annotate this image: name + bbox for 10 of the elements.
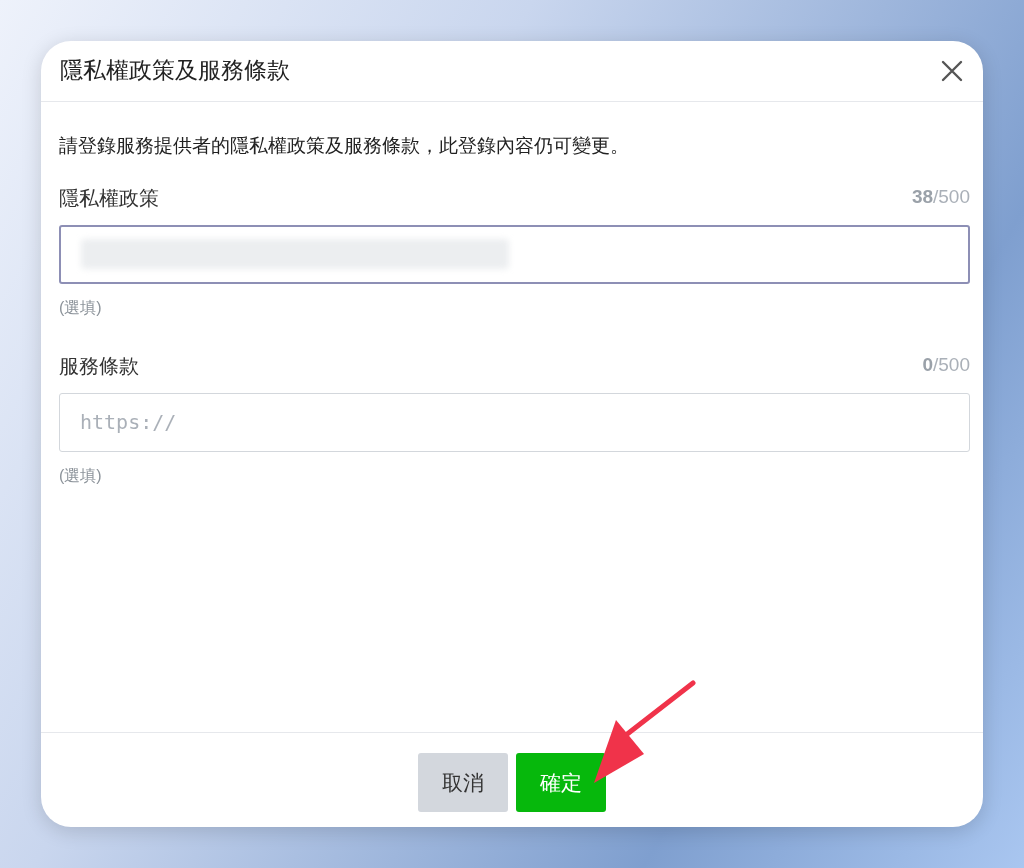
character-counter: 0/500: [922, 353, 970, 378]
dialog-title: 隱私權政策及服務條款: [60, 57, 290, 85]
field-label: 隱私權政策: [59, 185, 159, 211]
hint-text: (選填): [59, 465, 102, 485]
hint-text: (選填): [59, 297, 102, 317]
character-counter: 38/500: [911, 185, 970, 210]
cancel-button[interactable]: 取消: [418, 753, 508, 812]
description-text: 請登錄服務提供者的隱私權政策及服務條款，此登錄內容仍可變更。: [59, 134, 630, 158]
field-label: 服務條款: [59, 353, 139, 379]
input-field[interactable]: [59, 224, 970, 284]
